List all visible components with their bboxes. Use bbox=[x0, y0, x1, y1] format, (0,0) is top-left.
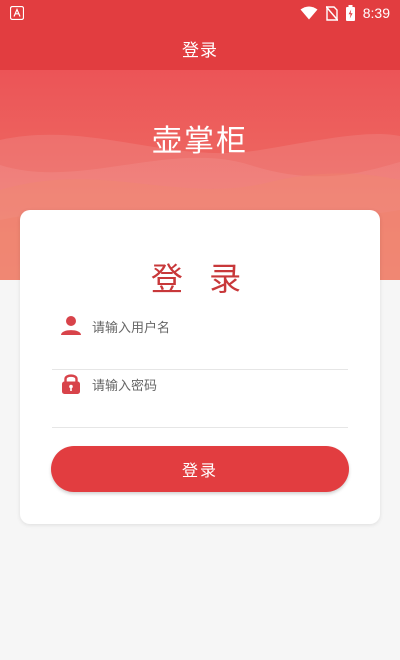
username-underline bbox=[52, 369, 348, 370]
battery-icon bbox=[345, 5, 355, 21]
password-underline bbox=[52, 427, 348, 428]
wifi-icon bbox=[300, 6, 318, 20]
lock-icon bbox=[62, 374, 80, 394]
login-button[interactable]: 登录 bbox=[51, 446, 349, 492]
app-bar: 登录 bbox=[0, 26, 400, 70]
status-icons: 8:39 bbox=[300, 0, 390, 26]
login-heading: 登 录 bbox=[150, 260, 250, 298]
username-placeholder: 请输入用户名 bbox=[92, 321, 171, 336]
password-field[interactable]: 请输入密码 bbox=[52, 372, 348, 428]
app-notification-icon bbox=[10, 6, 24, 20]
user-icon bbox=[61, 316, 81, 335]
password-placeholder: 请输入密码 bbox=[92, 379, 158, 394]
username-field[interactable]: 请输入用户名 bbox=[52, 314, 348, 370]
brand-name: 壶掌柜 bbox=[152, 124, 248, 159]
no-sim-icon bbox=[325, 5, 338, 21]
status-bar: 8:39 bbox=[0, 0, 400, 26]
status-time: 8:39 bbox=[362, 5, 390, 21]
login-card: 登 录 请输入用户名 请输入密码 登录 bbox=[20, 210, 380, 524]
page-title: 登录 bbox=[182, 40, 218, 61]
